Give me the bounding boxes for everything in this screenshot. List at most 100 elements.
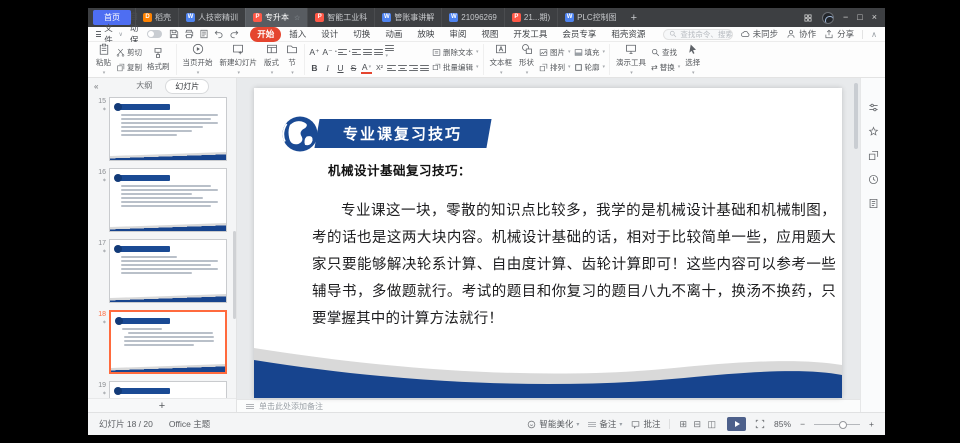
tab-document-5[interactable]: W 21096269	[441, 8, 504, 27]
zoom-slider[interactable]	[814, 424, 860, 425]
comments-button[interactable]: 批注	[631, 418, 660, 430]
tab-document-7[interactable]: W PLC控制图	[557, 8, 624, 27]
presentation-tools-button[interactable]: 演示工具	[614, 43, 648, 76]
outdent-button[interactable]	[363, 49, 372, 55]
line-spacing-button[interactable]	[385, 45, 394, 59]
slide-thumbnail-19[interactable]: 19◆	[92, 381, 227, 398]
ribbon-tab-devtools[interactable]: 开发工具	[506, 27, 554, 42]
text-tool-top-button[interactable]: 删除文本	[432, 47, 479, 58]
align-left-button[interactable]	[387, 65, 396, 71]
bold-button[interactable]: B	[309, 63, 320, 74]
layout-button[interactable]: 版式	[262, 43, 281, 76]
new-tab-button[interactable]: +	[624, 12, 644, 24]
slide-title-banner[interactable]: 专业课复习技巧	[314, 119, 491, 148]
share-button[interactable]: 分享	[824, 28, 854, 40]
textbox-button[interactable]: 文本框	[488, 43, 515, 76]
close-button[interactable]: ×	[872, 13, 877, 22]
tab-slides[interactable]: 幻灯片	[165, 79, 209, 94]
ribbon-tab-member[interactable]: 会员专享	[555, 27, 603, 42]
ribbon-tab-review[interactable]: 审阅	[442, 27, 473, 42]
zoom-in-button[interactable]: +	[869, 419, 874, 429]
fill-button[interactable]: 填充	[574, 47, 606, 58]
superscript-button[interactable]: X²	[374, 63, 385, 74]
align-center-button[interactable]	[398, 65, 407, 71]
select-button[interactable]: 选择	[683, 43, 702, 76]
ribbon-tab-slideshow[interactable]: 放映	[410, 27, 441, 42]
save-icon[interactable]	[169, 29, 179, 39]
image-button[interactable]: 图片	[539, 47, 571, 58]
preview-icon[interactable]	[199, 29, 209, 39]
collapse-ribbon-button[interactable]: ∧	[871, 30, 877, 39]
properties-sliders-icon[interactable]	[868, 102, 879, 113]
replace-button[interactable]: ⇄ 替换	[651, 62, 680, 73]
layers-icon[interactable]	[868, 150, 879, 161]
tab-document-1[interactable]: W 人技密精训	[178, 8, 245, 27]
smart-beautify-button[interactable]: 智能美化▾	[527, 418, 579, 430]
slide-subtitle[interactable]: 机械设计基础复习技巧：	[328, 160, 471, 179]
notes-bar[interactable]: 单击此处添加备注	[237, 399, 860, 412]
redo-icon[interactable]	[229, 29, 239, 39]
history-clock-icon[interactable]	[868, 174, 879, 185]
canvas-scrollbar[interactable]	[854, 83, 858, 149]
view-mode-buttons[interactable]: ⊞ ⊟ ◫	[679, 419, 718, 430]
undo-icon[interactable]	[214, 29, 224, 39]
slide-thumbnail-18-selected[interactable]: 18◆	[92, 310, 227, 374]
collaborate-button[interactable]: 协作	[786, 28, 816, 40]
play-from-current-button[interactable]: 当页开始	[181, 43, 215, 76]
find-button[interactable]: 查找	[651, 47, 680, 58]
strikethrough-button[interactable]: S	[348, 63, 359, 74]
format-painter-button[interactable]: 格式刷	[145, 47, 172, 72]
ribbon-tab-transitions[interactable]: 切换	[346, 27, 377, 42]
favorite-star-icon[interactable]: ☆	[294, 14, 300, 22]
paste-button[interactable]: 粘贴	[94, 43, 113, 76]
tab-outline[interactable]: 大纲	[127, 79, 161, 94]
collapse-panel-button[interactable]: «	[94, 82, 98, 91]
theme-name[interactable]: Office 主题	[169, 418, 210, 430]
beautify-wand-icon[interactable]	[868, 126, 879, 137]
slide-thumbnail-16[interactable]: 16◆	[92, 168, 227, 232]
user-avatar[interactable]	[822, 12, 834, 24]
ribbon-tab-insert[interactable]: 插入	[282, 27, 313, 42]
panel-scrollbar[interactable]	[233, 231, 236, 319]
apps-grid-icon[interactable]	[803, 13, 813, 23]
ribbon-tab-view[interactable]: 视图	[474, 27, 505, 42]
shrink-font-button[interactable]: A⁻	[322, 47, 333, 58]
print-icon[interactable]	[184, 29, 194, 39]
slide-18[interactable]: 专业课复习技巧 机械设计基础复习技巧： 专业课这一块，零散的知识点比较多，我学的…	[254, 88, 842, 398]
notes-toggle-button[interactable]: 备注▾	[588, 418, 622, 430]
zoom-level[interactable]: 85%	[774, 419, 791, 429]
bullets-button[interactable]	[335, 49, 347, 55]
ribbon-tab-animations[interactable]: 动画	[378, 27, 409, 42]
indent-button[interactable]	[374, 49, 383, 55]
tab-document-4[interactable]: W 管账事讲解	[374, 8, 441, 27]
shapes-button[interactable]: 形状	[517, 43, 536, 76]
slide-canvas[interactable]: 专业课复习技巧 机械设计基础复习技巧： 专业课这一块，零散的知识点比较多，我学的…	[237, 78, 860, 399]
new-slide-button[interactable]: 新建幻灯片	[218, 43, 260, 76]
cut-button[interactable]: 剪切	[116, 47, 142, 58]
minimize-button[interactable]: −	[843, 13, 848, 22]
section-button[interactable]: 节	[284, 43, 300, 76]
ribbon-tab-design[interactable]: 设计	[314, 27, 345, 42]
font-color-button[interactable]: A	[361, 63, 372, 74]
command-search-input[interactable]: 查找命令、搜索模板	[663, 29, 732, 40]
underline-button[interactable]: U	[335, 63, 346, 74]
slideshow-play-button[interactable]	[727, 417, 746, 431]
slide-body-text[interactable]: 专业课这一块，零散的知识点比较多，我学的是机械设计基础和机械制图，考的话也是这两…	[312, 198, 836, 333]
text-tool-bottom-button[interactable]: 批量编辑	[432, 62, 479, 73]
arrange-button[interactable]: 排列	[539, 62, 571, 73]
tab-document-active[interactable]: P 专升本 ☆	[245, 8, 307, 27]
align-right-button[interactable]	[409, 65, 418, 71]
grow-font-button[interactable]: A⁺	[309, 47, 320, 58]
autosave-toggle[interactable]	[147, 30, 162, 38]
outline-button[interactable]: 轮廓	[574, 62, 606, 73]
numbering-button[interactable]	[349, 49, 361, 55]
sync-status[interactable]: 未同步	[740, 28, 779, 40]
maximize-button[interactable]: □	[857, 13, 862, 22]
fullscreen-icon[interactable]	[755, 419, 765, 429]
zoom-out-button[interactable]: −	[800, 419, 805, 429]
ribbon-tab-docer-resources[interactable]: 稻壳资源	[604, 27, 652, 42]
tab-document-3[interactable]: P 智能工业科	[307, 8, 374, 27]
tab-document-6[interactable]: P 21...期)	[504, 8, 557, 27]
document-panel-icon[interactable]	[868, 198, 879, 209]
copy-button[interactable]: 复制	[116, 62, 142, 73]
